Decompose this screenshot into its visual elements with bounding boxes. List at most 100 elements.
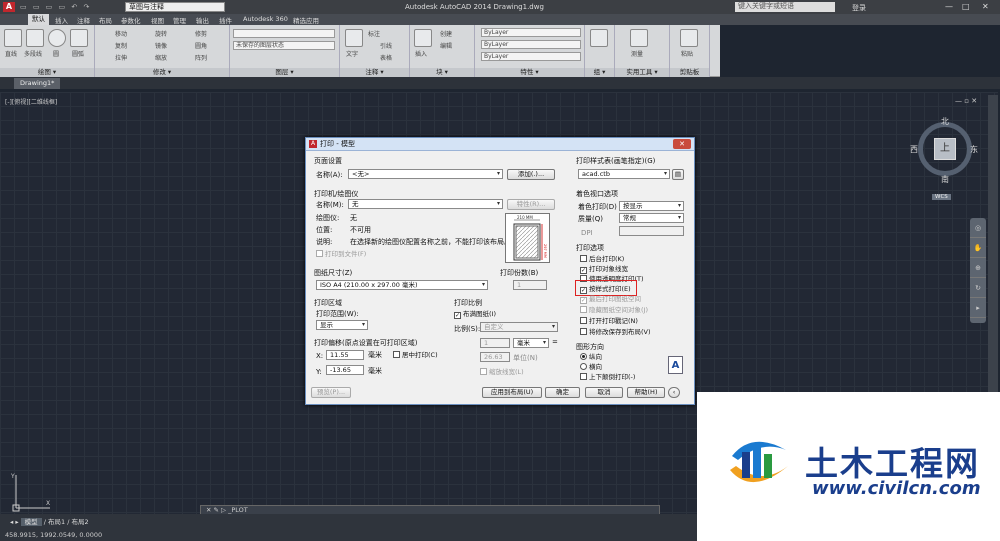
tab-layout[interactable]: 布局 <box>99 15 112 25</box>
search-input[interactable]: 键入关键字或短语 <box>735 2 835 12</box>
layer-state-select[interactable]: 未保存的图层状态 <box>233 41 335 50</box>
fit-to-paper-checkbox[interactable]: ✓ 布满图纸(I) <box>454 310 496 319</box>
polyline-icon[interactable] <box>26 29 44 47</box>
page-setup-name-select[interactable]: <无> <box>348 169 503 179</box>
compass-south[interactable]: 南 <box>941 174 949 185</box>
table-button[interactable]: 表格 <box>380 53 392 62</box>
group-icon[interactable] <box>590 29 608 47</box>
showmotion-icon[interactable]: ▸ <box>970 298 986 318</box>
x-offset-input[interactable]: 11.55 <box>326 350 364 360</box>
tab-annotate[interactable]: 注释 <box>77 15 90 25</box>
dpi-input[interactable] <box>619 226 684 236</box>
scale-unit-select[interactable]: 毫米 <box>513 338 549 348</box>
apply-to-layout-button[interactable]: 应用到布局(U) <box>482 387 542 398</box>
wcs-menu[interactable]: WCS <box>932 194 951 200</box>
copy-button[interactable]: 复制 <box>115 41 127 50</box>
help-button[interactable]: 帮助(H) <box>627 387 665 398</box>
tab-manage[interactable]: 管理 <box>173 15 186 25</box>
plotter-name-select[interactable]: 无 <box>348 199 503 209</box>
dimension-button[interactable]: 标注 <box>368 29 380 38</box>
fillet-button[interactable]: 圆角 <box>195 41 207 50</box>
copies-input[interactable]: 1 <box>513 280 547 290</box>
add-page-setup-button[interactable]: 添加(.)... <box>507 169 555 180</box>
tab-default[interactable]: 默认 <box>28 14 49 25</box>
layer-select[interactable] <box>233 29 335 38</box>
portrait-radio[interactable]: 纵向 <box>580 353 602 361</box>
scale-button[interactable]: 缩放 <box>155 53 167 62</box>
viewport-window-controls[interactable]: — ▫ ✕ <box>955 97 977 105</box>
stretch-button[interactable]: 拉伸 <box>115 53 127 62</box>
create-block-button[interactable]: 创建 <box>440 29 452 38</box>
close-button[interactable]: ✕ <box>982 2 989 11</box>
paper-size-select[interactable]: ISO A4 (210.00 x 297.00 毫米) <box>316 280 488 290</box>
clipboard-group-label[interactable]: 剪贴板 <box>670 68 709 77</box>
steering-wheel-icon[interactable]: ◎ <box>970 218 986 238</box>
leader-button[interactable]: 引线 <box>380 41 392 50</box>
plotter-properties-button[interactable]: 特性(R)... <box>507 199 555 210</box>
y-offset-input[interactable]: -13.65 <box>326 365 364 375</box>
draw-group-label[interactable]: 绘图 ▾ <box>0 68 94 77</box>
scale-value1-input[interactable]: 1 <box>480 338 510 348</box>
measure-icon[interactable] <box>630 29 648 47</box>
tab-output[interactable]: 输出 <box>196 15 209 25</box>
rotate-button[interactable]: 旋转 <box>155 29 167 38</box>
tab-parametric[interactable]: 参数化 <box>121 15 141 25</box>
quick-access-toolbar[interactable]: ▭ ▭ ▭ ▭ ↶ ↷ <box>20 3 91 11</box>
autocad-logo-icon[interactable]: A <box>3 2 15 12</box>
tab-autodesk360[interactable]: Autodesk 360 <box>243 15 288 23</box>
landscape-radio[interactable]: 横向 <box>580 363 602 371</box>
viewport-controls-label[interactable]: [-][俯视][二维线框] <box>5 97 57 106</box>
text-icon[interactable] <box>345 29 363 47</box>
lineweight-select[interactable]: ByLayer <box>481 52 581 61</box>
line-icon[interactable] <box>4 29 22 47</box>
trim-button[interactable]: 修剪 <box>195 29 207 38</box>
viewcube[interactable]: 上 北 南 东 西 WCS <box>910 114 980 200</box>
tab-featured-apps[interactable]: 精选应用 <box>293 15 319 25</box>
move-button[interactable]: 移动 <box>115 29 127 38</box>
compass-north[interactable]: 北 <box>941 116 949 127</box>
layout-tab-model[interactable]: 模型 <box>20 518 42 526</box>
cancel-button[interactable]: 取消 <box>585 387 623 398</box>
viewcube-top-face[interactable]: 上 <box>934 138 956 160</box>
tab-plugins[interactable]: 插件 <box>219 15 232 25</box>
annotation-group-label[interactable]: 注释 ▾ <box>340 68 409 77</box>
scale-value2-input[interactable]: 26.63 <box>480 352 510 362</box>
file-tab-drawing1[interactable]: Drawing1* <box>14 78 61 89</box>
edit-block-button[interactable]: 编辑 <box>440 41 452 50</box>
utilities-group-label[interactable]: 实用工具 ▾ <box>615 68 669 77</box>
paste-icon[interactable] <box>680 29 698 47</box>
compass-west[interactable]: 西 <box>910 144 918 155</box>
properties-group-label[interactable]: 特性 ▾ <box>475 68 584 77</box>
quality-select[interactable]: 常规 <box>619 213 684 223</box>
center-plot-checkbox[interactable]: 居中打印(C) <box>393 351 438 359</box>
plot-paperspace-last-checkbox[interactable]: ✓ 最后打印图纸空间 <box>580 295 641 304</box>
sign-in-link[interactable]: 登录 <box>852 3 866 13</box>
plot-lineweights-checkbox[interactable]: ✓ 打印对象线宽 <box>580 265 628 274</box>
dialog-close-button[interactable]: ✕ <box>673 139 691 149</box>
compass-east[interactable]: 东 <box>970 144 978 155</box>
workspace-select[interactable]: 草图与注释 <box>125 2 225 12</box>
color-select[interactable]: ByLayer <box>481 28 581 37</box>
preview-button[interactable]: 预览(P)... <box>311 387 351 398</box>
scale-select[interactable]: 自定义 <box>480 322 558 332</box>
circle-icon[interactable] <box>48 29 66 47</box>
tab-insert[interactable]: 插入 <box>55 15 68 25</box>
hide-paperspace-objects-checkbox[interactable]: 隐藏图纸空间对象(J) <box>580 306 648 314</box>
zoom-icon[interactable]: ⊕ <box>970 258 986 278</box>
array-button[interactable]: 阵列 <box>195 53 207 62</box>
save-to-layout-checkbox[interactable]: 将修改保存到布局(V) <box>580 328 651 336</box>
more-options-button[interactable]: ‹ <box>668 387 680 398</box>
layout-tab-1[interactable]: 布局1 <box>48 518 65 526</box>
block-group-label[interactable]: 块 ▾ <box>410 68 474 77</box>
shade-plot-select[interactable]: 按显示 <box>619 201 684 211</box>
modify-group-label[interactable]: 修改 ▾ <box>95 68 229 77</box>
plot-to-file-checkbox[interactable]: 打印到文件(F) <box>316 250 366 258</box>
tab-view[interactable]: 视图 <box>151 15 164 25</box>
groups-group-label[interactable]: 组 ▾ <box>585 68 614 77</box>
insert-block-icon[interactable] <box>414 29 432 47</box>
upside-down-checkbox[interactable]: 上下颠倒打印(-) <box>580 373 635 381</box>
arc-icon[interactable] <box>70 29 88 47</box>
layout-tab-2[interactable]: 布局2 <box>71 518 88 526</box>
mirror-button[interactable]: 镜像 <box>155 41 167 50</box>
linetype-select[interactable]: ByLayer <box>481 40 581 49</box>
